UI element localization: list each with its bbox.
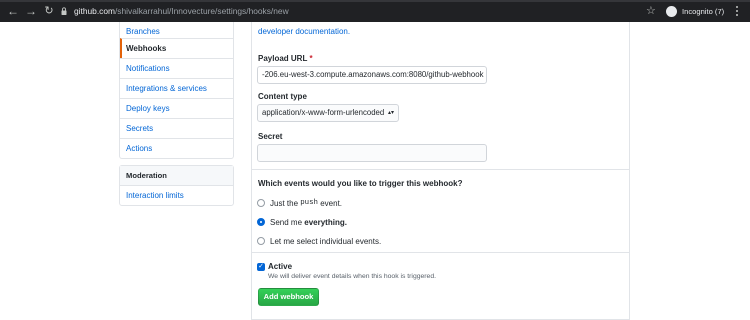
add-webhook-button[interactable]: Add webhook bbox=[258, 288, 319, 306]
payload-url-label-text: Payload URL bbox=[258, 54, 308, 63]
documentation-link[interactable]: developer documentation. bbox=[258, 27, 350, 36]
sidebar-item-interaction-limits[interactable]: Interaction limits bbox=[120, 186, 233, 206]
address-bar[interactable]: github.com/shivalkarrahul/Innovecture/se… bbox=[58, 4, 664, 18]
payload-url-label: Payload URL * bbox=[258, 54, 313, 63]
event-option-individual[interactable]: Let me select individual events. bbox=[257, 236, 381, 246]
browser-menu-icon[interactable] bbox=[734, 4, 740, 18]
back-arrow-icon[interactable]: ← bbox=[6, 4, 20, 18]
sidebar-item-deploy-keys[interactable]: Deploy keys bbox=[120, 98, 233, 118]
push-code: push bbox=[300, 199, 318, 207]
section-divider bbox=[252, 252, 629, 253]
reload-icon[interactable]: ↻ bbox=[42, 4, 56, 18]
sidebar-item-integrations[interactable]: Integrations & services bbox=[120, 78, 233, 98]
select-arrows-icon: ▴▾ bbox=[387, 110, 394, 116]
lock-icon bbox=[61, 7, 67, 15]
sidebar-item-notifications[interactable]: Notifications bbox=[120, 58, 233, 78]
radio-individual[interactable] bbox=[257, 237, 265, 245]
browser-toolbar: ← → ↻ github.com/shivalkarrahul/Innovect… bbox=[0, 0, 750, 22]
active-label: Active bbox=[268, 262, 293, 271]
incognito-profile-button[interactable]: Incognito (7) bbox=[666, 4, 724, 18]
sidebar-item-webhooks[interactable]: Webhooks bbox=[120, 38, 233, 58]
moderation-heading: Moderation bbox=[120, 166, 233, 186]
url-path: /shivalkarrahul/Innovecture/settings/hoo… bbox=[114, 6, 289, 16]
required-mark: * bbox=[309, 54, 313, 63]
content-type-select[interactable]: application/x-www-form-urlencoded ▴▾ bbox=[257, 104, 399, 122]
everything-prefix: Send me bbox=[270, 217, 303, 227]
incognito-icon bbox=[666, 5, 677, 17]
active-note: We will deliver event details when this … bbox=[268, 273, 436, 280]
payload-url-input[interactable]: -206.eu-west-3.compute.amazonaws.com:808… bbox=[257, 66, 487, 84]
radio-everything[interactable] bbox=[257, 218, 265, 226]
events-question: Which events would you like to trigger t… bbox=[258, 179, 463, 188]
profile-label: Incognito (7) bbox=[682, 6, 725, 16]
url-text: github.com/shivalkarrahul/Innovecture/se… bbox=[74, 4, 289, 18]
content-type-value: application/x-www-form-urlencoded bbox=[262, 108, 385, 117]
push-prefix: Just the bbox=[270, 198, 299, 208]
bookmark-star-icon[interactable]: ☆ bbox=[646, 4, 656, 18]
settings-sidebar: Branches Webhooks Notifications Integrat… bbox=[119, 22, 234, 159]
secret-label: Secret bbox=[258, 132, 283, 141]
forward-arrow-icon[interactable]: → bbox=[24, 4, 38, 18]
url-host: github.com bbox=[74, 6, 115, 16]
active-checkbox[interactable]: ✓ bbox=[257, 263, 265, 271]
sidebar-item-secrets[interactable]: Secrets bbox=[120, 118, 233, 138]
secret-input[interactable] bbox=[257, 144, 487, 162]
everything-bold: everything. bbox=[304, 217, 347, 227]
sidebar-item-actions[interactable]: Actions bbox=[120, 138, 233, 158]
moderation-menu: Moderation Interaction limits bbox=[119, 165, 234, 206]
webhook-form: developer documentation. Payload URL * -… bbox=[251, 22, 630, 320]
tab-strip bbox=[0, 0, 750, 2]
individual-label: Let me select individual events. bbox=[270, 236, 382, 246]
push-suffix: event. bbox=[320, 198, 343, 208]
radio-push[interactable] bbox=[257, 199, 265, 207]
event-option-push[interactable]: Just the push event. bbox=[257, 198, 342, 208]
event-option-everything[interactable]: Send me everything. bbox=[257, 217, 347, 227]
section-divider bbox=[252, 169, 629, 170]
content-type-label: Content type bbox=[258, 92, 307, 101]
